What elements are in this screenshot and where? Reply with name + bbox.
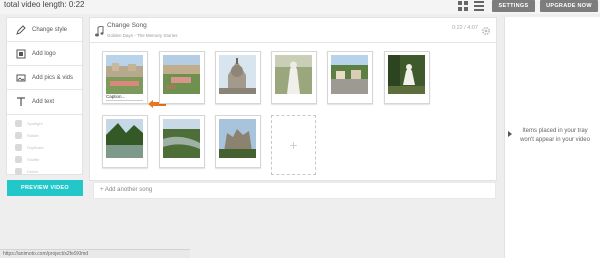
- photo-white-figure: [275, 55, 312, 94]
- total-video-length: total video length: 0:22: [4, 0, 85, 9]
- song-header[interactable]: Change Song Golden Days - The Memory Sto…: [90, 18, 496, 43]
- gear-icon[interactable]: [481, 23, 491, 41]
- plus-icon: +: [289, 137, 298, 153]
- pen-icon: [15, 24, 27, 36]
- photo-forest-lake: [106, 119, 143, 158]
- photo-river-valley: [163, 119, 200, 158]
- photo-tile[interactable]: [159, 51, 205, 104]
- logo-icon: [15, 48, 27, 60]
- photo-garden-courtyard: [163, 55, 200, 94]
- spotlight-button[interactable]: Spotlight: [15, 117, 43, 129]
- status-url: https://animoto.com/project/s2fe9Xlmd: [3, 251, 89, 257]
- change-style-button[interactable]: Change style: [7, 18, 84, 42]
- music-note-icon: [95, 24, 104, 42]
- change-style-label: Change style: [32, 26, 68, 33]
- delete-button[interactable]: Delete: [15, 165, 39, 177]
- trash-icon: [15, 167, 22, 175]
- tray-panel: Items placed in your tray won't appear i…: [504, 17, 600, 258]
- tray-message: Items placed in your tray won't appear i…: [520, 128, 590, 143]
- add-logo-button[interactable]: Add logo: [7, 42, 84, 66]
- change-song-link[interactable]: Change Song: [107, 22, 147, 29]
- storyboard-panel: Change Song Golden Days - The Memory Sto…: [89, 17, 497, 181]
- media-icon: [15, 72, 27, 84]
- browser-status-bar: https://animoto.com/project/s2fe9Xlmd: [0, 249, 190, 258]
- photo-church-dome: [219, 55, 256, 94]
- list-view-icon[interactable]: [474, 1, 484, 11]
- add-pics-vids-label: Add pics & vids: [32, 74, 74, 81]
- rotate-icon: [15, 131, 22, 139]
- collapse-arrow-icon[interactable]: [508, 131, 512, 137]
- photo-rock-formation: [219, 119, 256, 158]
- preview-video-button[interactable]: PREVIEW VIDEO: [7, 180, 83, 196]
- photo-tile[interactable]: [215, 51, 261, 104]
- add-text-button[interactable]: Add text: [7, 90, 84, 114]
- divider: [7, 114, 84, 115]
- add-another-song-link[interactable]: + Add another song: [100, 187, 152, 193]
- star-icon: [15, 119, 22, 127]
- photo-palace-gardens: [106, 55, 143, 94]
- grid-view-icon[interactable]: [458, 1, 468, 11]
- add-media-slot[interactable]: +: [271, 115, 316, 175]
- rotate-button[interactable]: Rotate: [15, 129, 39, 141]
- tools-panel: Change style Add logo Add pics & vids Ad…: [6, 17, 84, 177]
- photo-village-street: [331, 55, 368, 94]
- photo-tile[interactable]: [159, 115, 205, 168]
- add-pics-vids-button[interactable]: Add pics & vids: [7, 66, 84, 90]
- photo-tile[interactable]: [271, 51, 317, 104]
- photo-tile[interactable]: [384, 51, 430, 104]
- song-name: Golden Days - The Memory Stories: [107, 33, 178, 38]
- caption-input[interactable]: Caption...: [106, 94, 125, 99]
- photo-tile[interactable]: [327, 51, 373, 104]
- add-text-label: Add text: [32, 99, 55, 105]
- duplicate-button[interactable]: Duplicate: [15, 141, 44, 153]
- text-icon: [15, 96, 27, 108]
- shuffle-icon: [15, 155, 22, 163]
- photo-statue-forest: [388, 55, 425, 94]
- add-another-song-bar[interactable]: + Add another song: [93, 182, 496, 199]
- photo-tile[interactable]: Caption...: [102, 51, 148, 104]
- caption-underline: [106, 100, 143, 101]
- shuffle-button[interactable]: Shuffle: [15, 153, 39, 165]
- photo-tile[interactable]: [102, 115, 148, 168]
- settings-button[interactable]: SETTINGS: [492, 0, 535, 12]
- photo-tile[interactable]: [215, 115, 261, 168]
- song-time: 0:22 / 4:07: [452, 25, 478, 31]
- add-logo-label: Add logo: [32, 50, 56, 57]
- upgrade-now-button[interactable]: UPGRADE NOW: [540, 0, 598, 12]
- duplicate-icon: [15, 143, 22, 151]
